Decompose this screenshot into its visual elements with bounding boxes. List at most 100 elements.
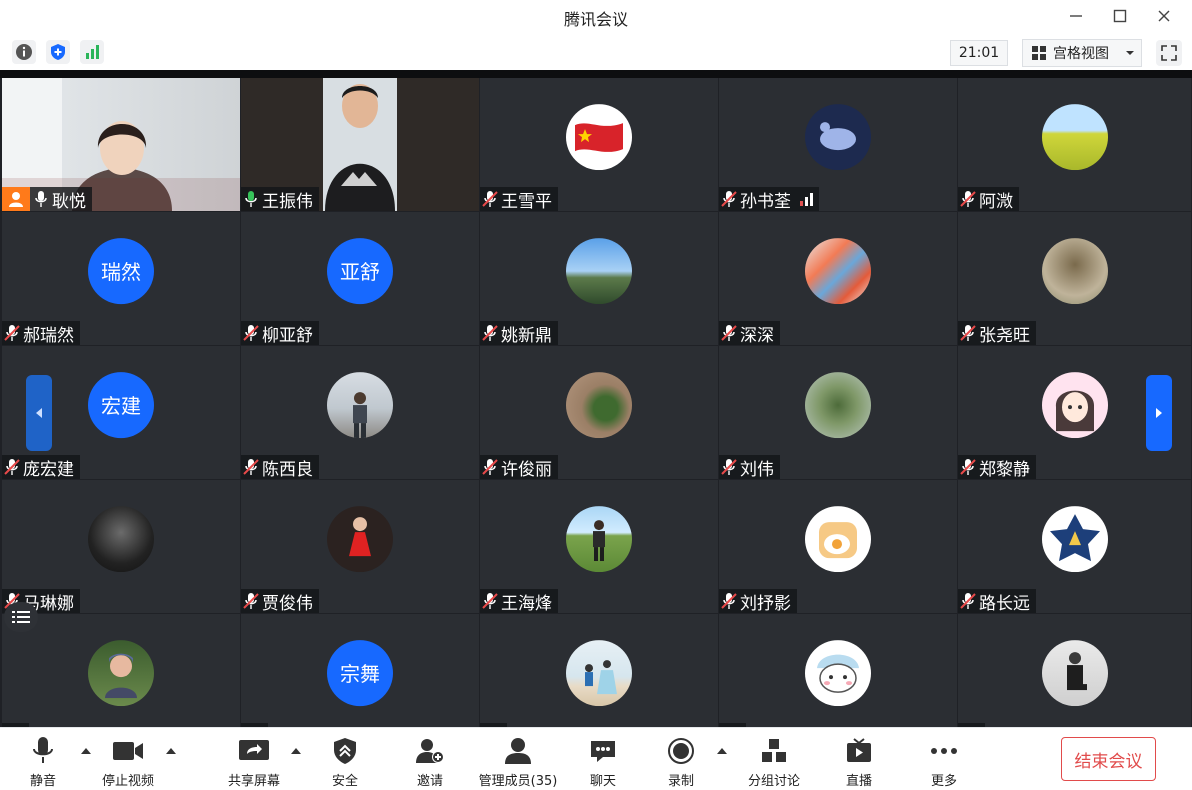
record-options-icon[interactable] xyxy=(716,746,728,756)
security-button[interactable]: 安全 xyxy=(328,736,362,789)
participant-name: 路长远 xyxy=(979,593,1030,614)
prev-page-button[interactable] xyxy=(26,375,52,451)
participant-tile[interactable]: 贾俊伟 xyxy=(241,480,479,613)
participant-nametag: 孙书荃 xyxy=(719,187,819,211)
title-bar: 腾讯会议 xyxy=(0,0,1192,32)
share-screen-label: 共享屏幕 xyxy=(227,774,280,789)
participant-tile[interactable]: 刘伟 xyxy=(719,346,957,479)
live-button[interactable]: 直播 xyxy=(842,736,876,789)
participant-tile[interactable]: 王海烽 xyxy=(480,480,718,613)
participant-name: 刘伟 xyxy=(740,459,774,480)
mic-muted-icon xyxy=(721,458,737,476)
participant-nametag: 深深 xyxy=(719,321,780,345)
avatar-initials: 瑞然 xyxy=(101,260,141,285)
participant-tile[interactable] xyxy=(958,614,1191,727)
participant-tile[interactable]: 瑞然郝瑞然 xyxy=(2,212,240,345)
microphone-icon xyxy=(243,190,259,208)
mic-muted-icon xyxy=(482,592,498,610)
participant-tile[interactable]: 姚新鼎 xyxy=(480,212,718,345)
manage-members-button[interactable]: 管理成员(35) xyxy=(476,736,560,789)
mic-muted-icon xyxy=(960,324,976,342)
participant-nametag: 王振伟 xyxy=(241,187,319,211)
avatar xyxy=(566,237,632,304)
more-button[interactable]: 更多 xyxy=(927,736,961,789)
participant-tile[interactable]: 陈西良 xyxy=(241,346,479,479)
invite-button[interactable]: 邀请 xyxy=(413,736,447,789)
mic-muted-icon xyxy=(482,458,498,476)
participant-tile[interactable]: 宗舞 xyxy=(241,614,479,727)
security-icon xyxy=(329,736,361,766)
participant-name: 许俊丽 xyxy=(501,459,552,480)
participant-name: 庞宏建 xyxy=(23,459,74,480)
mic-muted-icon xyxy=(243,458,259,476)
participant-name: 陈西良 xyxy=(262,459,313,480)
participant-nametag: 庞宏建 xyxy=(2,455,80,479)
participant-tile[interactable]: 马琳娜 xyxy=(2,480,240,613)
breakout-button[interactable]: 分组讨论 xyxy=(746,736,802,789)
participant-tile[interactable]: 王振伟 xyxy=(241,78,479,211)
avatar: 亚舒 xyxy=(327,237,393,304)
share-screen-icon xyxy=(238,736,270,766)
share-screen-button[interactable]: 共享屏幕 xyxy=(226,736,282,789)
participant-tile[interactable]: 张尧旺 xyxy=(958,212,1191,345)
avatar xyxy=(805,371,871,438)
info-icon[interactable] xyxy=(12,40,36,64)
participant-nametag: 柳亚舒 xyxy=(241,321,319,345)
participant-tile[interactable]: 深深 xyxy=(719,212,957,345)
avatar: 瑞然 xyxy=(88,237,154,304)
participant-tile[interactable]: 王雪平 xyxy=(480,78,718,211)
participant-tile[interactable]: 许俊丽 xyxy=(480,346,718,479)
chat-button[interactable]: 聊天 xyxy=(586,736,620,789)
avatar: 宗舞 xyxy=(327,639,393,706)
avatar xyxy=(1041,371,1108,438)
avatar xyxy=(805,103,871,170)
avatar xyxy=(1041,505,1108,572)
participant-tile[interactable]: 路长远 xyxy=(958,480,1191,613)
participant-tile[interactable]: 孙书荃 xyxy=(719,78,957,211)
participant-name: 郝瑞然 xyxy=(23,325,74,346)
share-options-icon[interactable] xyxy=(290,746,302,756)
participant-tile[interactable] xyxy=(719,614,957,727)
list-menu-icon[interactable] xyxy=(4,602,38,632)
camera-icon xyxy=(112,736,144,766)
participant-nametag: 张尧旺 xyxy=(958,321,1036,345)
participant-tile[interactable]: 耿悦 xyxy=(2,78,240,211)
mic-muted-icon xyxy=(482,324,498,342)
signal-icon[interactable] xyxy=(80,40,104,64)
mute-options-icon[interactable] xyxy=(80,746,92,756)
breakout-icon xyxy=(758,736,790,766)
microphone-icon xyxy=(33,190,49,208)
record-button[interactable]: 录制 xyxy=(664,736,698,789)
mute-button[interactable]: 静音 xyxy=(26,736,60,789)
avatar: 宏建 xyxy=(88,371,154,438)
avatar xyxy=(566,639,632,706)
participant-nametag: 刘伟 xyxy=(719,455,780,479)
maximize-icon[interactable] xyxy=(1098,4,1142,28)
participant-tile[interactable] xyxy=(480,614,718,727)
stop-video-label: 停止视频 xyxy=(101,774,154,789)
shield-icon[interactable] xyxy=(46,40,70,64)
participant-name: 阿溦 xyxy=(979,191,1013,212)
live-icon xyxy=(843,736,875,766)
window-title: 腾讯会议 xyxy=(563,10,628,29)
view-mode-label: 宫格视图 xyxy=(1053,46,1109,62)
fullscreen-icon[interactable] xyxy=(1156,40,1182,66)
close-icon[interactable] xyxy=(1142,4,1186,28)
end-meeting-button[interactable]: 结束会议 xyxy=(1061,737,1156,781)
participant-name: 耿悦 xyxy=(52,191,86,212)
video-options-icon[interactable] xyxy=(165,746,177,756)
participant-tile[interactable] xyxy=(2,614,240,727)
participant-tile[interactable]: 亚舒 柳亚舒 xyxy=(241,212,479,345)
minimize-icon[interactable] xyxy=(1054,4,1098,28)
participant-tile[interactable]: 阿溦 xyxy=(958,78,1191,211)
stop-video-button[interactable]: 停止视频 xyxy=(100,736,156,789)
avatar-initials: 宗舞 xyxy=(340,662,380,687)
next-page-button[interactable] xyxy=(1146,375,1172,451)
participant-name: 柳亚舒 xyxy=(262,325,313,346)
participant-nametag: 陈西良 xyxy=(241,455,319,479)
view-mode-select[interactable]: 宫格视图 xyxy=(1022,39,1142,67)
avatar xyxy=(327,505,393,572)
bottom-toolbar: 静音 停止视频 共享屏幕 安全 邀请 管理成员(35) 聊天 录制 分组讨论 直… xyxy=(0,727,1192,790)
invite-label: 邀请 xyxy=(416,774,443,789)
participant-tile[interactable]: 刘抒影 xyxy=(719,480,957,613)
